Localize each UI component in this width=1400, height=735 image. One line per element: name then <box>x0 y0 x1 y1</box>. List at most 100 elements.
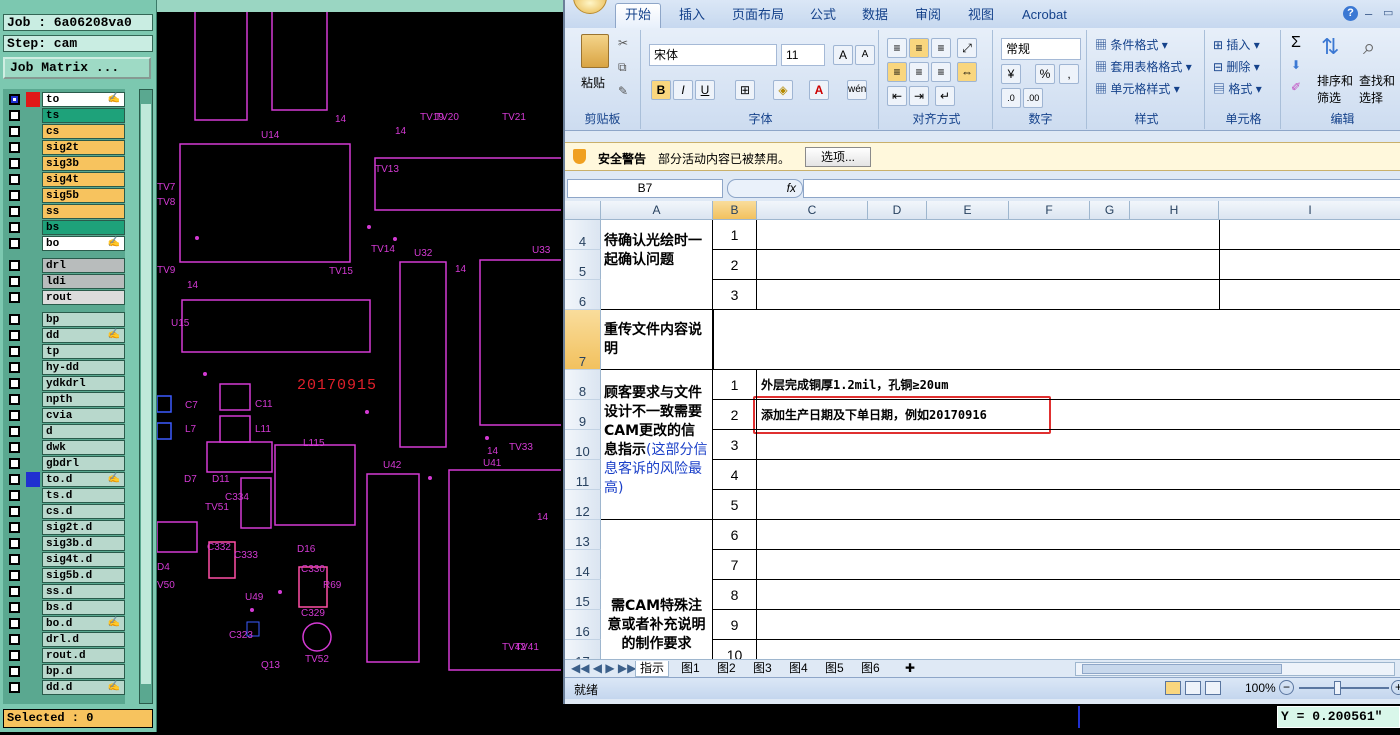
cell-b-number[interactable]: 1 <box>713 370 757 400</box>
layer-row-gbdrl[interactable]: gbdrl <box>7 456 125 471</box>
cell-b-number[interactable]: 2 <box>713 400 757 430</box>
view-pagebreak-icon[interactable] <box>1205 681 1221 695</box>
underline-icon[interactable]: U <box>695 80 715 100</box>
minimize-icon[interactable]: – <box>1365 6 1372 21</box>
align-left-icon[interactable]: ≡ <box>887 62 907 82</box>
row-header-14[interactable]: 14 <box>565 550 601 580</box>
new-sheet-icon[interactable]: ✚ <box>905 661 915 676</box>
layer-row-ss-d[interactable]: ss.d <box>7 584 125 599</box>
format-cells-button[interactable]: ▤ 格式 ▾ <box>1213 80 1262 97</box>
row-header-9[interactable]: 9 <box>565 400 601 430</box>
layer-scrollbar[interactable] <box>139 89 153 704</box>
layer-row-ydkdrl[interactable]: ydkdrl <box>7 376 125 391</box>
layer-checkbox[interactable] <box>9 634 20 645</box>
layer-checkbox[interactable] <box>9 362 20 373</box>
zoom-out-icon[interactable]: − <box>1279 680 1294 695</box>
view-layout-icon[interactable] <box>1185 681 1201 695</box>
layer-row-sig5b-d[interactable]: sig5b.d <box>7 568 125 583</box>
layer-name[interactable]: dwk <box>42 440 125 455</box>
layer-checkbox[interactable] <box>9 276 20 287</box>
sort-filter-icon[interactable]: ⇅ <box>1321 34 1339 60</box>
fx-icon[interactable]: fx <box>727 179 803 198</box>
layer-checkbox[interactable] <box>9 190 20 201</box>
zoom-in-icon[interactable]: + <box>1391 680 1400 695</box>
sheet-tab-1[interactable]: 图1 <box>681 661 700 676</box>
copy-icon[interactable]: ⧉ <box>618 60 627 75</box>
sheet-tab-0[interactable]: 指示 <box>635 661 670 677</box>
layer-checkbox[interactable] <box>9 650 20 661</box>
layer-row-drl-d[interactable]: drl.d <box>7 632 125 647</box>
row-header-17[interactable]: 17 <box>565 640 601 659</box>
layer-name[interactable]: drl.d <box>42 632 125 647</box>
sheet-nav-arrows[interactable]: ◀◀ ◀ ▶ ▶▶ <box>571 661 636 676</box>
layer-checkbox[interactable] <box>9 346 20 357</box>
cell-a7-reupload[interactable]: 重传文件内容说明 <box>601 310 713 370</box>
format-table-button[interactable]: ▦ 套用表格格式 ▾ <box>1095 58 1192 75</box>
layer-row-dwk[interactable]: dwk <box>7 440 125 455</box>
layer-name[interactable]: bs <box>42 220 125 235</box>
row-header-4[interactable]: 4 <box>565 220 601 250</box>
col-header-c[interactable]: C <box>757 201 868 220</box>
paste-button[interactable]: 粘贴 <box>581 74 605 91</box>
cell-b-number[interactable]: 6 <box>713 520 757 550</box>
align-bottom-icon[interactable]: ≡ <box>931 38 951 58</box>
cell-c-empty[interactable] <box>757 250 1400 280</box>
layer-row-sig5b[interactable]: sig5b <box>7 188 125 203</box>
layer-name[interactable]: gbdrl <box>42 456 125 471</box>
layer-row-dd[interactable]: dd ✍ <box>7 328 125 343</box>
layer-row-tp[interactable]: tp <box>7 344 125 359</box>
layer-name[interactable]: sig2t.d <box>42 520 125 535</box>
layer-name[interactable]: sig5b.d <box>42 568 125 583</box>
layer-row-ts[interactable]: ts <box>7 108 125 123</box>
delete-cells-button[interactable]: ⊟ 删除 ▾ <box>1213 58 1260 75</box>
tab-page-layout[interactable]: 页面布局 <box>732 6 784 26</box>
conditional-format-button[interactable]: ▦ 条件格式 ▾ <box>1095 36 1168 53</box>
layer-name[interactable]: npth <box>42 392 125 407</box>
cut-icon[interactable]: ✂ <box>618 36 628 50</box>
layer-name[interactable]: bo ✍ <box>42 236 125 251</box>
layer-row-sig3b-d[interactable]: sig3b.d <box>7 536 125 551</box>
italic-icon[interactable]: I <box>673 80 693 100</box>
cell-c-empty[interactable] <box>757 430 1400 460</box>
layer-name[interactable]: cs.d <box>42 504 125 519</box>
cell-b-number[interactable]: 7 <box>713 550 757 580</box>
number-format-select[interactable]: 常规 <box>1001 38 1081 60</box>
orientation-icon[interactable]: ⤢ <box>957 38 977 58</box>
col-header-a[interactable]: A <box>601 201 713 220</box>
layer-name[interactable]: drl <box>42 258 125 273</box>
layer-checkbox[interactable] <box>9 618 20 629</box>
tab-insert[interactable]: 插入 <box>679 6 705 26</box>
layer-name[interactable]: ydkdrl <box>42 376 125 391</box>
layer-name[interactable]: dd ✍ <box>42 328 125 343</box>
phonetic-icon[interactable]: wén <box>847 80 867 100</box>
layer-checkbox[interactable] <box>9 442 20 453</box>
layer-name[interactable]: dd.d ✍ <box>42 680 125 695</box>
cell-c-empty[interactable] <box>757 550 1400 580</box>
layer-checkbox[interactable] <box>9 554 20 565</box>
layer-row-hy-dd[interactable]: hy-dd <box>7 360 125 375</box>
layer-checkbox[interactable] <box>9 474 20 485</box>
cell-c-empty[interactable] <box>757 490 1400 520</box>
cell-b-number[interactable]: 10 <box>713 640 757 659</box>
layer-name[interactable]: bp <box>42 312 125 327</box>
col-header-g[interactable]: G <box>1090 201 1130 220</box>
col-header-e[interactable]: E <box>927 201 1009 220</box>
font-color-icon[interactable]: A <box>809 80 829 100</box>
sheet-tab-2[interactable]: 图2 <box>717 661 736 676</box>
row-header-10[interactable]: 10 <box>565 430 601 460</box>
sheet-tab-3[interactable]: 图3 <box>753 661 772 676</box>
layer-name[interactable]: ts <box>42 108 125 123</box>
clear-icon[interactable]: ✐ <box>1291 80 1301 94</box>
border-icon[interactable]: ⊞ <box>735 80 755 100</box>
h-scroll-thumb[interactable] <box>1082 664 1282 674</box>
worksheet-grid[interactable]: A B C D E F G H I 4 5 6 7 8 9 10 11 12 1… <box>565 201 1400 659</box>
cell-b-number[interactable]: 2 <box>713 250 757 280</box>
layer-row-sig4t-d[interactable]: sig4t.d <box>7 552 125 567</box>
layer-row-cs[interactable]: cs <box>7 124 125 139</box>
layer-row-bs-d[interactable]: bs.d <box>7 600 125 615</box>
sort-filter-button[interactable]: 排序和 筛选 <box>1317 72 1353 106</box>
layer-checkbox[interactable] <box>9 158 20 169</box>
tab-data[interactable]: 数据 <box>862 6 888 26</box>
cell-b-number[interactable]: 8 <box>713 580 757 610</box>
layer-name[interactable]: d <box>42 424 125 439</box>
